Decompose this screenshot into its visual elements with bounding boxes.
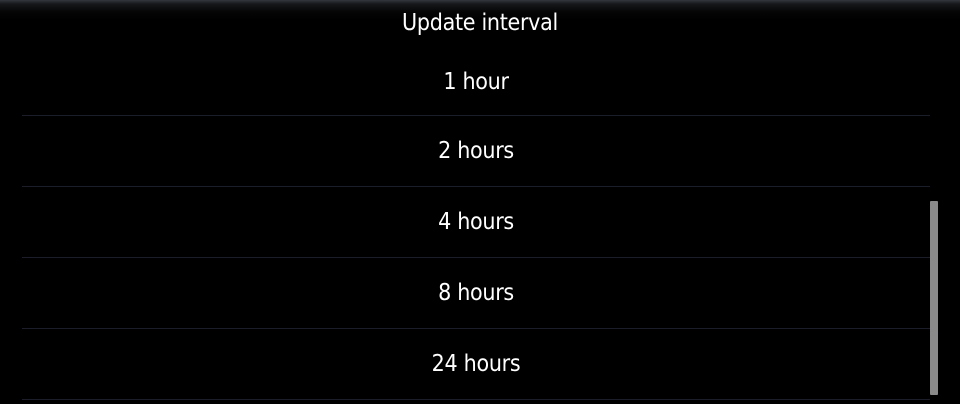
- scrollbar[interactable]: [930, 201, 938, 395]
- option-label: 1 hour: [443, 69, 509, 95]
- dialog-title-bar: Update interval: [0, 0, 960, 46]
- option-24-hours[interactable]: 24 hours: [22, 329, 930, 399]
- option-label: 8 hours: [438, 280, 514, 306]
- list-divider: [22, 399, 930, 400]
- dialog-title: Update interval: [402, 10, 558, 36]
- option-label: 24 hours: [431, 351, 521, 377]
- option-label: 2 hours: [438, 138, 514, 164]
- option-2-hours[interactable]: 2 hours: [22, 116, 930, 186]
- interval-options-list: 1 hour 2 hours 4 hours 8 hours 24 hours: [22, 46, 930, 400]
- option-4-hours[interactable]: 4 hours: [22, 187, 930, 257]
- option-label: 4 hours: [438, 209, 514, 235]
- option-1-hour[interactable]: 1 hour: [22, 46, 930, 115]
- option-8-hours[interactable]: 8 hours: [22, 258, 930, 328]
- update-interval-dialog: Update interval 1 hour 2 hours 4 hours 8…: [0, 0, 960, 404]
